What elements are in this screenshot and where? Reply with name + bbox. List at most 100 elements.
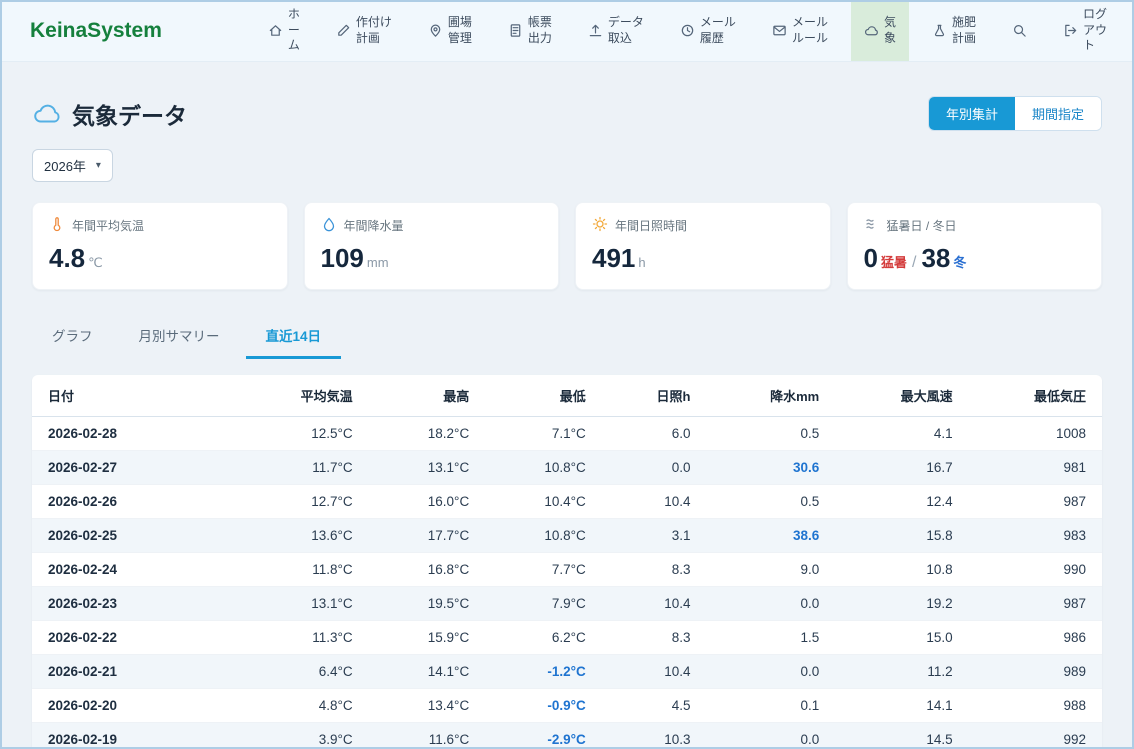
cell-min-temp: 6.2°C: [485, 621, 602, 655]
cloud-title-icon: [32, 101, 62, 127]
table-row: 2026-02-26 12.7°C 16.0°C 10.4°C 10.4 0.5…: [32, 485, 1102, 519]
stat-separator: /: [912, 254, 916, 271]
col-header-min-pressure: 最低気圧: [969, 375, 1102, 417]
cell-date: 2026-02-27: [32, 451, 235, 485]
cell-avg-temp: 3.9°C: [235, 723, 368, 749]
page-header: 気象データ 年別集計 期間指定: [32, 96, 1102, 131]
cell-date: 2026-02-28: [32, 417, 235, 451]
cell-max-temp: 14.1°C: [369, 655, 486, 689]
tab-graph[interactable]: グラフ: [32, 316, 113, 359]
cell-sunshine: 10.4: [602, 587, 707, 621]
cell-sunshine: 3.1: [602, 519, 707, 553]
sun-icon: [592, 216, 608, 235]
cell-min-temp: -0.9°C: [485, 689, 602, 723]
stat-value: 4.8: [49, 243, 85, 273]
table-row: 2026-02-24 11.8°C 16.8°C 7.7°C 8.3 9.0 1…: [32, 553, 1102, 587]
cell-max-wind: 19.2: [835, 587, 968, 621]
stat-cards: 年間平均気温 4.8℃ 年間降水量 109mm 年間日照時間: [32, 202, 1102, 290]
stat-unit: h: [638, 255, 645, 270]
main-content: 気象データ 年別集計 期間指定 2026年 ▾ 年間平均気温 4.8℃: [0, 62, 1134, 749]
cell-min-pressure: 989: [969, 655, 1102, 689]
cell-max-temp: 13.4°C: [369, 689, 486, 723]
nav-item-report-output[interactable]: 帳票 出力: [495, 0, 565, 61]
col-header-avg-temp: 平均気温: [235, 375, 368, 417]
stat-value: 491: [592, 243, 635, 273]
droplet-icon: [321, 216, 337, 235]
cell-max-wind: 12.4: [835, 485, 968, 519]
home-icon: [268, 23, 283, 38]
cell-max-wind: 11.2: [835, 655, 968, 689]
cell-max-temp: 16.0°C: [369, 485, 486, 519]
nav-item-data-import[interactable]: データ 取込: [575, 0, 657, 61]
search-icon: [1012, 23, 1027, 38]
cell-min-temp: -1.2°C: [485, 655, 602, 689]
nav-label-data-import: データ 取込: [608, 15, 644, 46]
logout-icon: [1063, 23, 1078, 38]
table-row: 2026-02-20 4.8°C 13.4°C -0.9°C 4.5 0.1 1…: [32, 689, 1102, 723]
cell-max-temp: 11.6°C: [369, 723, 486, 749]
cell-rain: 9.0: [706, 553, 835, 587]
col-header-sunshine: 日照h: [602, 375, 707, 417]
nav-label-fertilizer-plan: 施肥 計画: [952, 15, 976, 46]
col-header-max-wind: 最大風速: [835, 375, 968, 417]
cell-avg-temp: 11.7°C: [235, 451, 368, 485]
nav-item-mail-rules[interactable]: メール ルール: [759, 0, 841, 61]
cell-date: 2026-02-26: [32, 485, 235, 519]
nav-item-home[interactable]: ホ ー ム: [255, 0, 313, 61]
hot-days-unit: 猛暑: [881, 255, 907, 270]
document-icon: [508, 23, 523, 38]
envelope-icon: [772, 23, 787, 38]
nav-label-mail-rules: メール ルール: [792, 15, 828, 46]
nav-item-field-management[interactable]: 圃場 管理: [415, 0, 485, 61]
cell-max-temp: 17.7°C: [369, 519, 486, 553]
period-select-button[interactable]: 期間指定: [1015, 97, 1101, 130]
stat-card-extreme-days: 猛暑日 / 冬日 0猛暑 / 38冬: [847, 202, 1103, 290]
cell-max-temp: 15.9°C: [369, 621, 486, 655]
cell-avg-temp: 13.1°C: [235, 587, 368, 621]
cell-rain: 0.0: [706, 723, 835, 749]
cell-max-wind: 16.7: [835, 451, 968, 485]
cell-date: 2026-02-24: [32, 553, 235, 587]
cell-min-pressure: 983: [969, 519, 1102, 553]
nav-label-home: ホ ー ム: [288, 7, 300, 54]
year-select[interactable]: 2026年 ▾: [32, 149, 113, 182]
nav-item-weather[interactable]: 気 象: [851, 0, 909, 61]
tab-monthly-summary[interactable]: 月別サマリー: [119, 316, 240, 359]
cell-sunshine: 10.4: [602, 655, 707, 689]
stat-label: 猛暑日 / 冬日: [887, 217, 957, 234]
stat-card-sunshine: 年間日照時間 491h: [575, 202, 831, 290]
cell-rain: 0.0: [706, 655, 835, 689]
nav-item-planting-plan[interactable]: 作付け 計画: [323, 0, 405, 61]
cell-date: 2026-02-19: [32, 723, 235, 749]
view-tabs: グラフ 月別サマリー 直近14日: [32, 316, 1102, 359]
year-select-value: 2026年: [44, 156, 86, 175]
nav-label-logout: ログ アウ ト: [1083, 7, 1107, 54]
cell-date: 2026-02-23: [32, 587, 235, 621]
nav-label-report-output: 帳票 出力: [528, 15, 552, 46]
cell-min-temp: 7.1°C: [485, 417, 602, 451]
cell-min-temp: 7.9°C: [485, 587, 602, 621]
cell-rain: 0.5: [706, 485, 835, 519]
tab-last-14-days[interactable]: 直近14日: [246, 316, 342, 359]
nav-item-fertilizer-plan[interactable]: 施肥 計画: [919, 0, 989, 61]
nav-item-mail-history[interactable]: メール 履歴: [667, 0, 749, 61]
top-navbar: KeinaSystem ホ ー ム 作付け 計画 圃場 管理 帳票 出力: [0, 0, 1134, 62]
brand-logo: KeinaSystem: [30, 0, 162, 61]
cell-date: 2026-02-22: [32, 621, 235, 655]
cold-days-value: 38: [921, 243, 950, 273]
pencil-icon: [336, 23, 351, 38]
yearly-summary-button[interactable]: 年別集計: [929, 97, 1015, 130]
cell-min-temp: 10.4°C: [485, 485, 602, 519]
nav-item-logout[interactable]: ログ アウ ト: [1050, 0, 1120, 61]
nav-item-search[interactable]: [999, 0, 1040, 61]
cell-sunshine: 10.4: [602, 485, 707, 519]
cold-days-unit: 冬: [953, 255, 966, 270]
cell-avg-temp: 11.8°C: [235, 553, 368, 587]
cell-min-pressure: 987: [969, 587, 1102, 621]
cell-min-pressure: 986: [969, 621, 1102, 655]
weather-table: 日付 平均気温 最高 最低 日照h 降水mm 最大風速 最低気圧 2026-02…: [32, 375, 1102, 749]
cell-max-temp: 18.2°C: [369, 417, 486, 451]
hot-days-value: 0: [864, 243, 878, 273]
nav-label-mail-history: メール 履歴: [700, 15, 736, 46]
col-header-rain: 降水mm: [706, 375, 835, 417]
